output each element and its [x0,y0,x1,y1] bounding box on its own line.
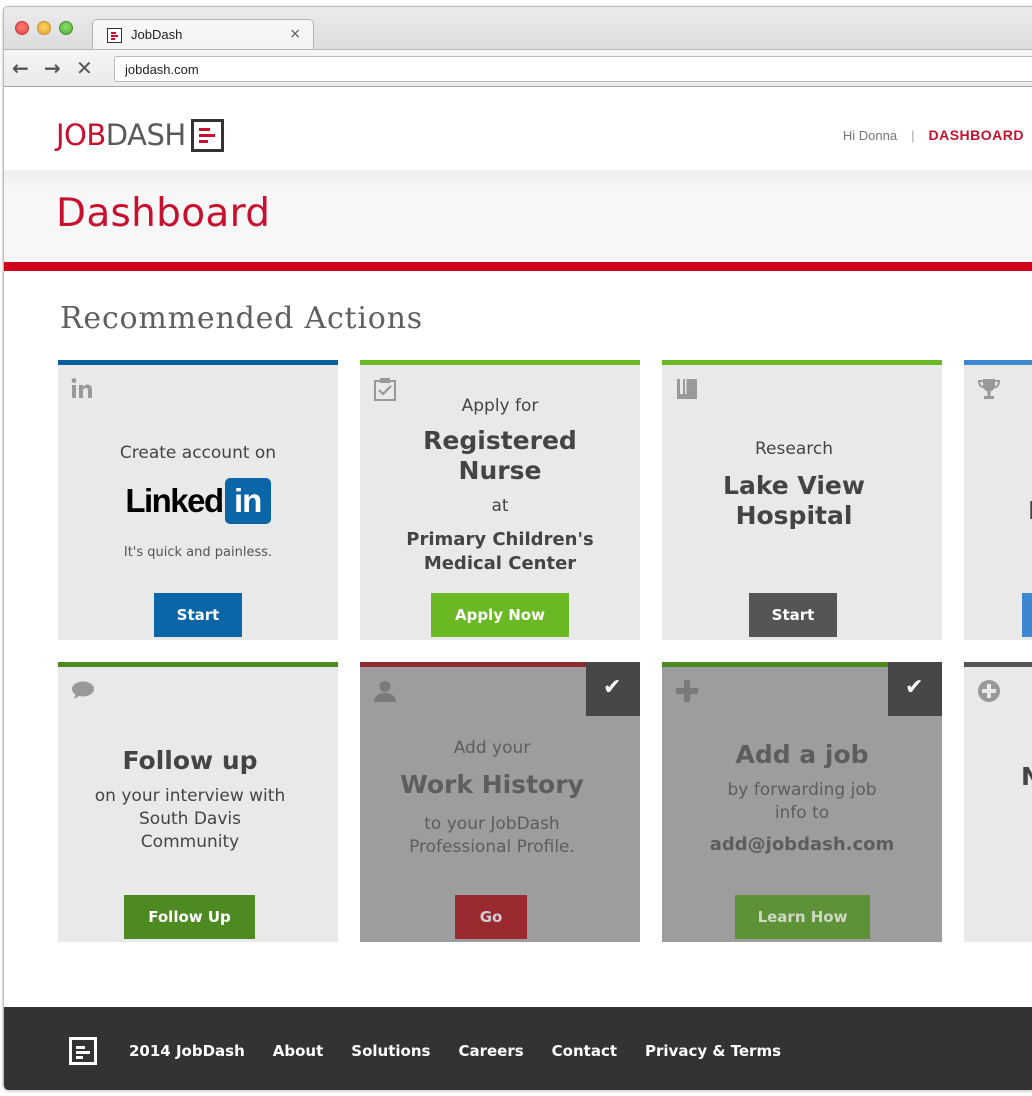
footer-links: 2014 JobDash About Solutions Careers Con… [129,1042,781,1060]
partial-card-button[interactable] [1022,593,1032,637]
header-nav: Hi Donna | DASHBOARD [843,127,1024,143]
card-title-fragment: N [1021,762,1032,792]
card-text-line2: info to [774,803,830,823]
footer-link-privacy-terms[interactable]: Privacy & Terms [645,1042,781,1060]
footer-link-careers[interactable]: Careers [458,1042,523,1060]
speech-bubble-icon [70,678,96,704]
trophy-icon [976,376,1002,402]
employer-line1: Primary Children's [406,529,594,550]
completed-check-badge[interactable]: ✔ [586,662,640,716]
learn-how-button[interactable]: Learn How [735,895,870,939]
action-card-research: Research Lake View Hospital Start [662,360,942,640]
footer-copyright[interactable]: 2014 JobDash [129,1042,245,1060]
browser-window: JobDash × ← → ✕ JOBDASH Hi Donna | DASHBOA… [3,6,1032,1090]
action-card-partial-top: I [964,360,1032,640]
site-header: JOBDASH Hi Donna | DASHBOARD [4,88,1032,170]
plus-circle-icon [976,678,1002,704]
tab-title: JobDash [131,27,183,42]
card-text-line2: South Davis [139,809,241,829]
page-title-band: Dashboard [4,170,1032,262]
linkedin-start-button[interactable]: Start [154,593,242,637]
action-card-apply: Apply for Registered Nurse at Primary Ch… [360,360,640,640]
card-intro-text: Create account on [119,443,277,463]
card-title: Work History [400,770,584,799]
apply-now-button[interactable]: Apply Now [431,593,569,637]
logo-text-dash: DASH [105,118,186,152]
footer-logo-icon[interactable] [69,1037,97,1065]
follow-up-button[interactable]: Follow Up [124,895,255,939]
section-title: Recommended Actions [60,301,423,336]
forward-arrow-icon[interactable]: → [44,56,61,80]
linkedin-icon [70,376,96,402]
card-title: Follow up [122,746,258,775]
jobdash-logo[interactable]: JOBDASH [56,118,224,152]
plus-icon [674,678,700,704]
action-card-partial-bottom: N [964,662,1032,942]
checkmark-icon: ✔ [905,675,924,700]
card-at-text: at [491,496,509,516]
page-title: Dashboard [56,191,271,236]
nav-separator: | [911,128,915,143]
job-title-line2: Nurse [458,456,542,485]
card-intro-text: Apply for [461,396,539,416]
card-tagline: It's quick and painless. [123,545,273,560]
forwarding-email: add@jobdash.com [709,834,895,855]
linkedin-in-box: in [224,478,271,524]
card-text-line1: by forwarding job [727,780,877,800]
card-text-line3: Community [140,832,240,852]
address-bar[interactable] [114,56,1032,82]
footer-link-about[interactable]: About [273,1042,324,1060]
card-text-line1: on your interview with [94,786,286,806]
employer-name-line1: Lake View [723,471,865,500]
browser-toolbar: ← → ✕ [4,49,1032,87]
footer-link-solutions[interactable]: Solutions [351,1042,430,1060]
employer-name-line2: Hospital [735,501,853,530]
research-start-button[interactable]: Start [749,593,837,637]
action-card-work-history: ✔ Add your Work History to your JobDash … [360,662,640,942]
tab-close-icon[interactable]: × [289,26,301,42]
action-card-followup: Follow up on your interview with South D… [58,662,338,942]
go-button[interactable]: Go [455,895,527,939]
checkmark-icon: ✔ [603,675,622,700]
book-icon [674,376,700,402]
person-icon [372,678,398,704]
employer-line2: Medical Center [423,553,577,574]
card-intro-text: Add your [453,738,531,758]
jobdash-favicon-icon [107,28,122,43]
card-intro-text: Research [755,439,833,459]
back-arrow-icon[interactable]: ← [12,56,29,80]
minimize-window-button[interactable] [37,21,51,35]
linkedin-logo: Linked in [58,478,338,524]
action-card-add-job: ✔ Add a job by forwarding job info to ad… [662,662,942,942]
footer-link-contact[interactable]: Contact [552,1042,617,1060]
browser-titlebar: JobDash × [4,7,1032,49]
card-text-line2: Professional Profile. [409,837,575,857]
card-title: Add a job [735,740,869,769]
site-footer: 2014 JobDash About Solutions Careers Con… [4,1007,1032,1090]
url-input[interactable] [115,57,1032,81]
logo-mark-icon [190,118,224,152]
user-greeting: Hi Donna [842,128,898,143]
completed-check-badge[interactable]: ✔ [888,662,942,716]
card-title-fragment: I [1028,496,1032,526]
dashboard-link[interactable]: DASHBOARD [929,127,1025,143]
maximize-window-button[interactable] [59,21,73,35]
linkedin-wordmark: Linked [125,482,224,519]
card-text-line1: to your JobDash [424,814,560,834]
close-window-button[interactable] [15,21,29,35]
stop-loading-icon[interactable]: ✕ [76,56,93,80]
logo-text-job: JOB [56,118,106,152]
web-page: JOBDASH Hi Donna | DASHBOARD Dashboard Rec… [4,88,1032,1090]
action-card-linkedin: Create account on Linked in It's quick a… [58,360,338,640]
browser-tab[interactable]: JobDash × [92,19,314,49]
job-title-line1: Registered [423,426,577,455]
title-divider [4,262,1032,271]
